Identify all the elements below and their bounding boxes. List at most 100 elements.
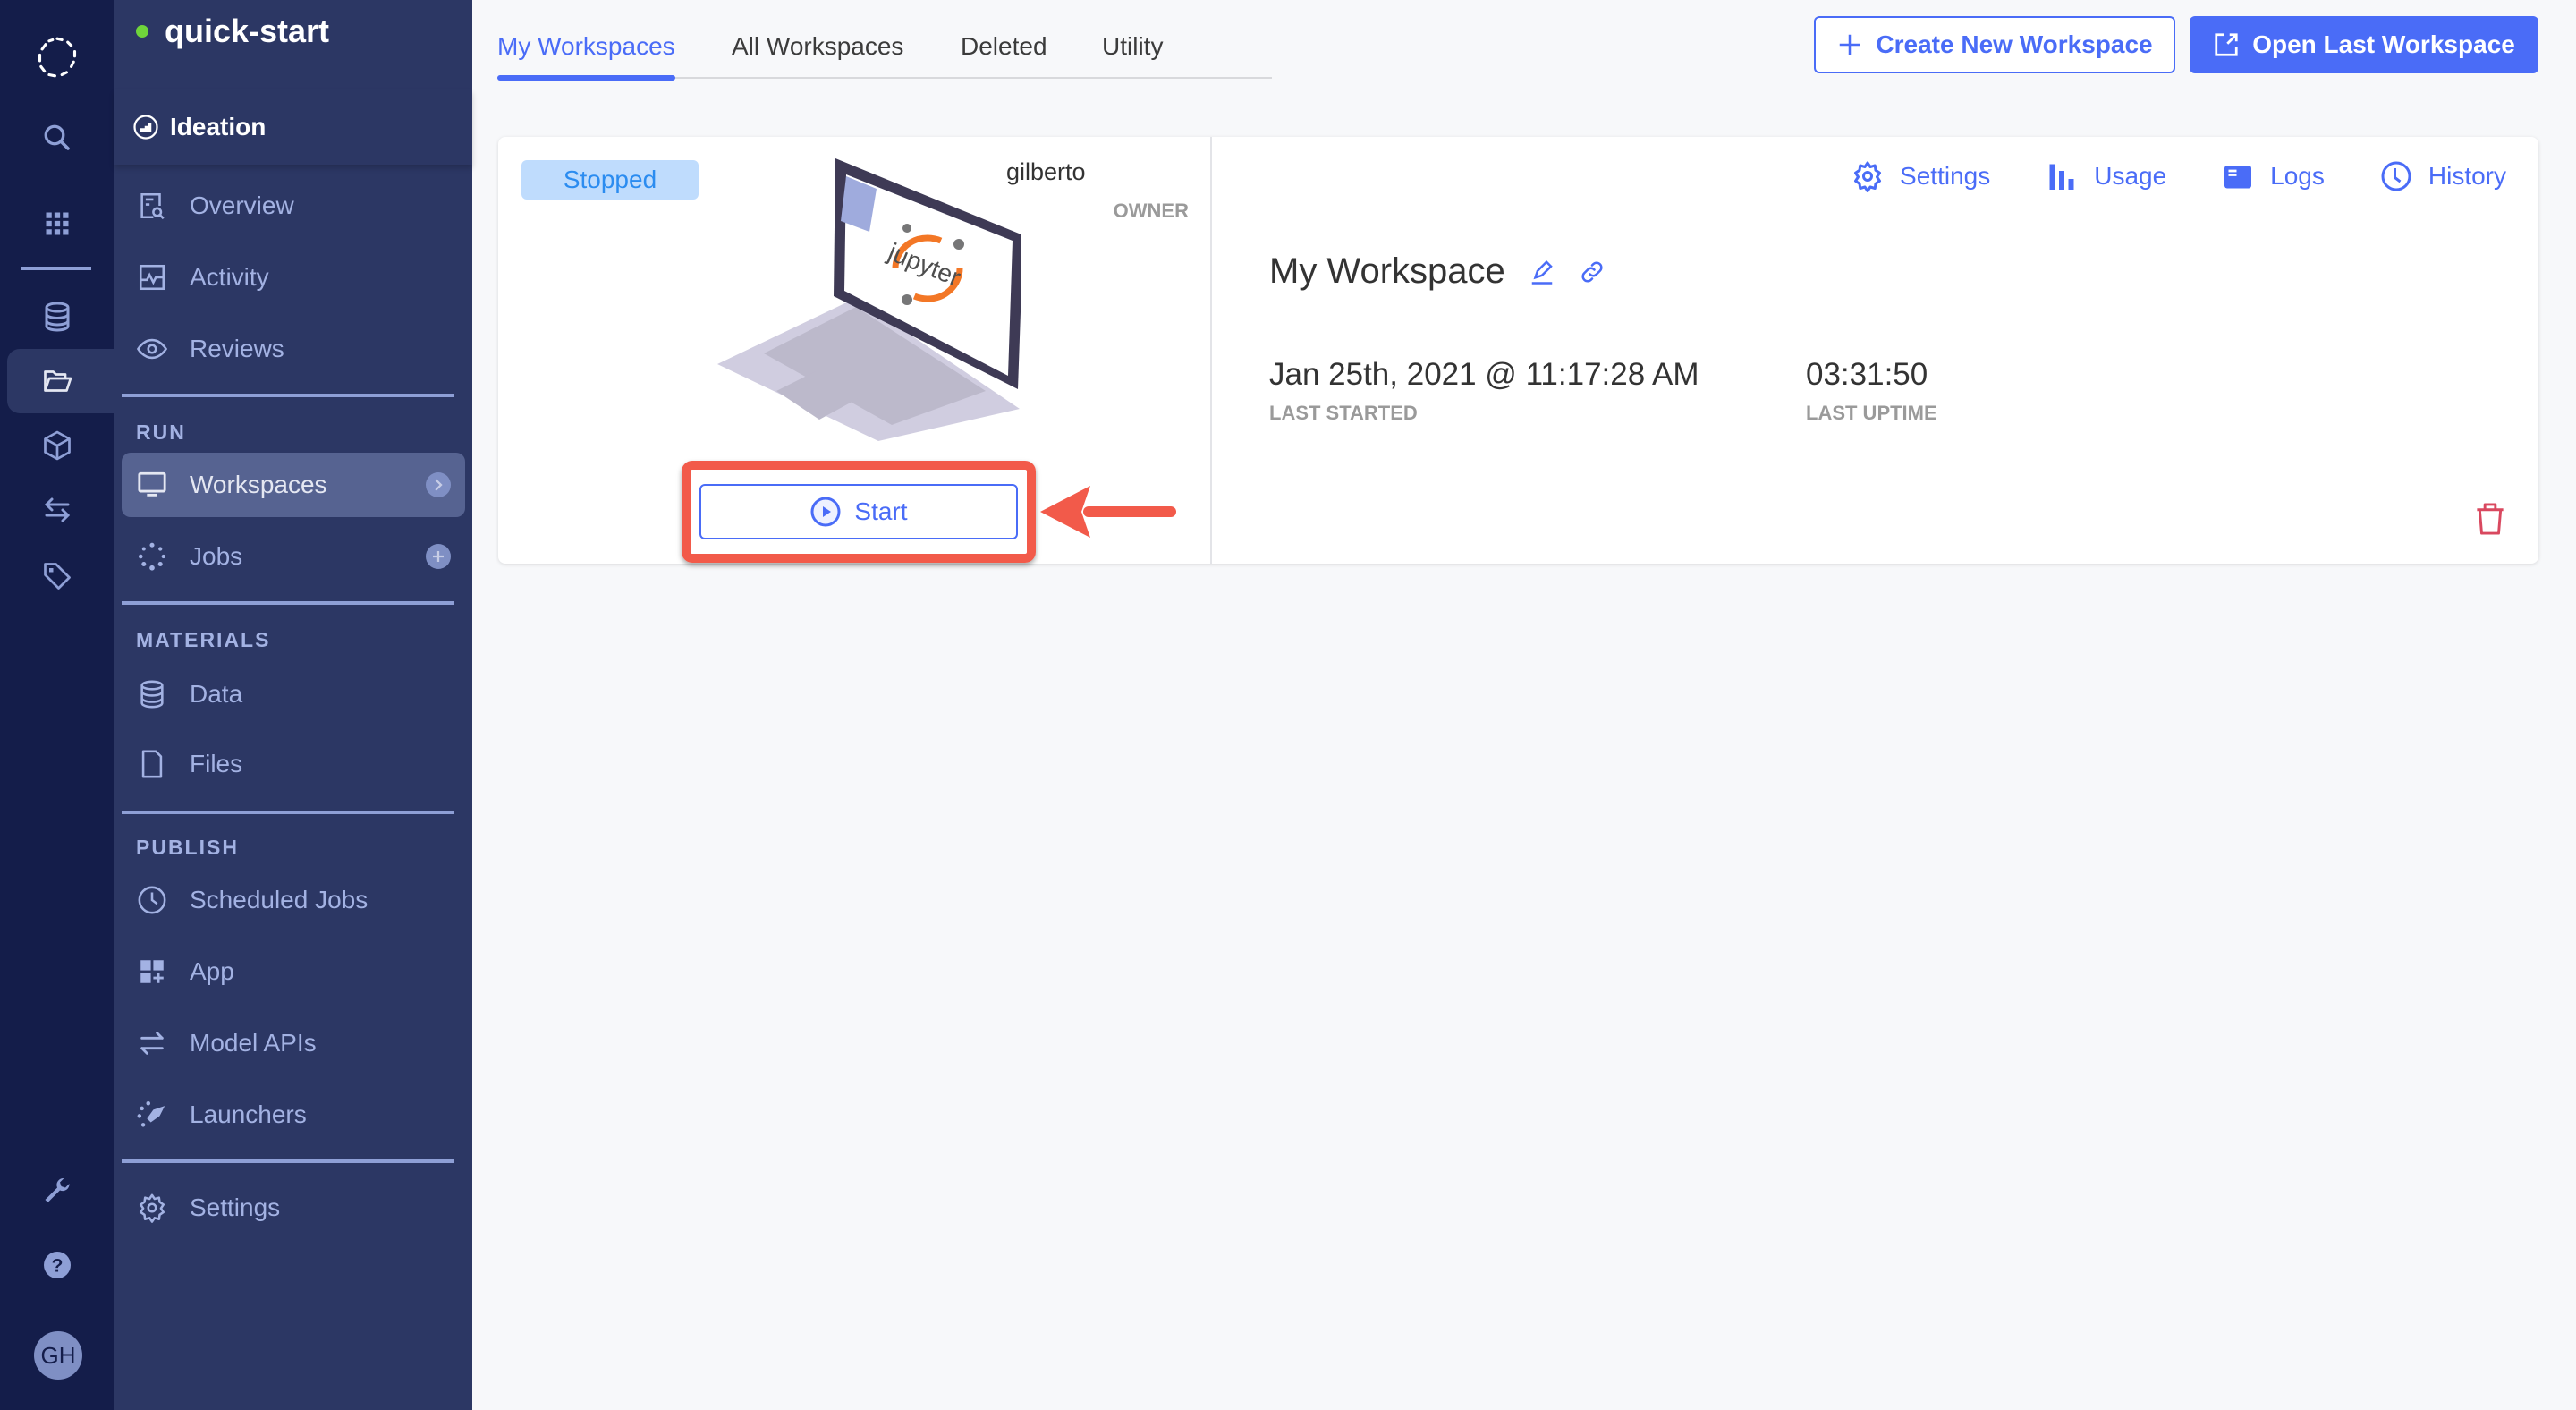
open-last-workspace-button[interactable]: Open Last Workspace	[2190, 16, 2538, 73]
action-label: History	[2428, 162, 2506, 190]
search-icon[interactable]	[0, 111, 114, 165]
logo-icon[interactable]	[0, 29, 114, 86]
overview-icon	[136, 190, 168, 222]
sidebar-item-label: Launchers	[190, 1100, 307, 1128]
plus-icon	[1840, 34, 1860, 55]
svg-text:?: ?	[52, 1256, 64, 1277]
clock-icon	[136, 884, 168, 916]
icon-rail: ? GH	[0, 0, 114, 1410]
rail-divider	[21, 267, 91, 270]
sidebar-item-overview[interactable]: Overview	[122, 174, 465, 238]
workspace-title: My Workspace	[1269, 251, 1606, 292]
start-button[interactable]: Start	[699, 484, 1018, 539]
workspace-logs-link[interactable]: Logs	[2222, 160, 2325, 192]
sidebar-item-jobs[interactable]: Jobs	[122, 524, 465, 589]
tab-my-workspaces[interactable]: My Workspaces	[497, 32, 675, 81]
last-uptime: 03:31:50 LAST UPTIME	[1806, 357, 1937, 425]
annotation-arrow-icon	[1040, 486, 1176, 538]
last-uptime-label: LAST UPTIME	[1806, 402, 1937, 424]
avatar[interactable]: GH	[34, 1331, 82, 1380]
sidebar-item-label: App	[190, 957, 234, 985]
delete-trash-icon[interactable]	[2474, 502, 2506, 536]
project-status-dot	[136, 25, 148, 38]
gear-icon	[136, 1192, 168, 1224]
chevron-right-icon[interactable]	[426, 472, 451, 497]
sidebar-item-label: Overview	[190, 191, 294, 219]
app-icon	[136, 956, 168, 988]
project-name: quick-start	[165, 13, 330, 49]
workspace-settings-link[interactable]: Settings	[1852, 160, 1990, 192]
section-divider	[122, 811, 454, 814]
owner-name: gilberto	[1006, 158, 1086, 185]
sidebar-item-settings[interactable]: Settings	[122, 1176, 465, 1240]
owner-role: OWNER	[1113, 200, 1189, 222]
cube-icon[interactable]	[0, 419, 114, 472]
link-icon[interactable]	[1579, 259, 1606, 285]
sidebar-item-model-apis[interactable]: Model APIs	[122, 1011, 465, 1075]
action-label: Logs	[2270, 162, 2325, 190]
project-header[interactable]: quick-start	[136, 13, 329, 50]
tab-utility[interactable]: Utility	[1102, 32, 1163, 77]
stage-selector[interactable]: Ideation	[114, 89, 472, 165]
add-job-icon[interactable]	[426, 544, 451, 569]
sidebar-item-activity[interactable]: Activity	[122, 245, 465, 310]
history-clock-icon	[2381, 161, 2411, 191]
sidebar-item-workspaces[interactable]: Workspaces	[122, 453, 465, 517]
swap-icon	[136, 1027, 168, 1059]
workspace-tabs: My Workspaces All Workspaces Deleted Uti…	[497, 32, 1272, 81]
file-icon	[136, 748, 168, 780]
section-title-materials: MATERIALS	[136, 628, 271, 651]
sidebar-item-label: Reviews	[190, 335, 284, 362]
play-circle-icon	[810, 497, 841, 527]
monitor-icon	[136, 469, 168, 501]
edit-pencil-icon[interactable]	[1529, 259, 1555, 285]
sidebar-item-files[interactable]: Files	[122, 732, 465, 796]
sidebar-item-label: Data	[190, 680, 243, 708]
rocket-icon	[136, 1099, 168, 1131]
section-title-publish: PUBLISH	[136, 836, 239, 859]
workspace-card: Stopped jupyter gilberto OWNER Start Set…	[498, 137, 2538, 564]
sidebar-item-reviews[interactable]: Reviews	[122, 317, 465, 381]
last-started-value: Jan 25th, 2021 @ 11:17:28 AM	[1269, 357, 1699, 392]
section-divider	[122, 394, 454, 397]
workspace-usage-link[interactable]: Usage	[2046, 160, 2166, 192]
database-icon	[136, 678, 168, 710]
bar-chart-icon	[2049, 164, 2074, 190]
sidebar-item-label: Files	[190, 750, 243, 777]
activity-icon	[136, 261, 168, 293]
external-link-icon	[2215, 33, 2238, 56]
stage-label: Ideation	[170, 113, 267, 140]
sidebar-item-app[interactable]: App	[122, 939, 465, 1004]
status-badge: Stopped	[521, 160, 699, 200]
open-last-workspace-label: Open Last Workspace	[2252, 30, 2515, 58]
folder-open-icon[interactable]	[0, 354, 114, 408]
gear-icon	[1854, 161, 1882, 192]
sidebar-item-label: Scheduled Jobs	[190, 886, 369, 913]
workspace-name: My Workspace	[1269, 251, 1505, 291]
workspace-history-link[interactable]: History	[2380, 160, 2506, 192]
wrench-icon[interactable]	[0, 1165, 114, 1219]
last-started-label: LAST STARTED	[1269, 402, 1418, 424]
sidebar-item-scheduled-jobs[interactable]: Scheduled Jobs	[122, 868, 465, 932]
logs-icon	[2224, 166, 2252, 189]
stage-icon	[133, 115, 158, 140]
last-uptime-value: 03:31:50	[1806, 357, 1928, 392]
tab-deleted[interactable]: Deleted	[961, 32, 1047, 77]
create-new-workspace-button[interactable]: Create New Workspace	[1814, 16, 2175, 73]
sidebar-item-data[interactable]: Data	[122, 662, 465, 726]
transfer-icon[interactable]	[0, 483, 114, 537]
section-title-run: RUN	[136, 420, 186, 444]
sidebar-item-label: Jobs	[190, 542, 243, 570]
tab-all-workspaces[interactable]: All Workspaces	[732, 32, 903, 77]
workspace-card-summary: Stopped jupyter gilberto OWNER Start	[498, 137, 1212, 564]
jupyter-laptop-illustration: jupyter	[717, 158, 1021, 441]
action-label: Settings	[1900, 162, 1991, 190]
database-icon[interactable]	[0, 290, 114, 344]
section-divider	[122, 601, 454, 605]
apps-grid-icon[interactable]	[0, 197, 114, 251]
sidebar-item-launchers[interactable]: Launchers	[122, 1083, 465, 1147]
sidebar-item-label: Settings	[190, 1193, 281, 1221]
help-icon[interactable]: ?	[0, 1238, 114, 1292]
sidebar-item-label: Model APIs	[190, 1029, 317, 1057]
tag-icon[interactable]	[0, 549, 114, 603]
